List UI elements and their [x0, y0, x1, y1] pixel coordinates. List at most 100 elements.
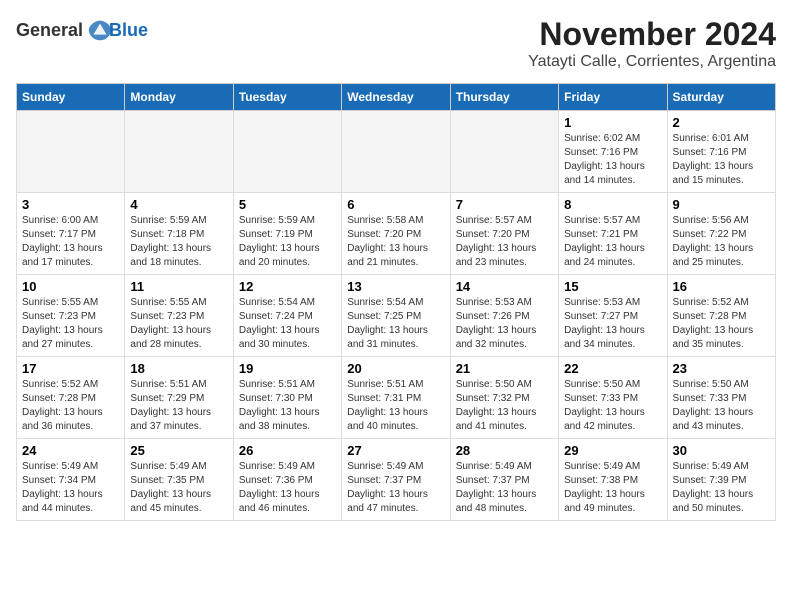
- day-info: Sunrise: 5:59 AM Sunset: 7:19 PM Dayligh…: [239, 214, 336, 270]
- calendar-cell: 6 Sunrise: 5:58 AM Sunset: 7:20 PM Daylig…: [342, 193, 450, 275]
- calendar-cell: 25 Sunrise: 5:49 AM Sunset: 7:35 PM Dayli…: [125, 439, 233, 521]
- day-number: 7: [456, 197, 553, 212]
- logo-text-general: General: [16, 20, 83, 41]
- calendar-cell: 9Sunrise: 5:56 AM Sunset: 7:22 PM Daylig…: [667, 193, 775, 275]
- calendar-cell: [125, 111, 233, 193]
- day-number: 20: [347, 361, 444, 376]
- header: General Blue November 2024 Yatayti Calle…: [16, 16, 776, 71]
- calendar-cell: 3 Sunrise: 6:00 AM Sunset: 7:17 PM Daylig…: [17, 193, 125, 275]
- calendar-cell: 18 Sunrise: 5:51 AM Sunset: 7:29 PM Dayli…: [125, 357, 233, 439]
- day-info: Sunrise: 6:01 AM Sunset: 7:16 PM Dayligh…: [673, 132, 770, 188]
- calendar-week-row: 17 Sunrise: 5:52 AM Sunset: 7:28 PM Dayli…: [17, 357, 776, 439]
- day-info: Sunrise: 5:49 AM Sunset: 7:39 PM Dayligh…: [673, 460, 770, 516]
- calendar-cell: [233, 111, 341, 193]
- day-number: 14: [456, 279, 553, 294]
- day-number: 8: [564, 197, 661, 212]
- calendar-cell: 1Sunrise: 6:02 AM Sunset: 7:16 PM Daylig…: [559, 111, 667, 193]
- day-info: Sunrise: 5:57 AM Sunset: 7:21 PM Dayligh…: [564, 214, 661, 270]
- calendar-cell: 11 Sunrise: 5:55 AM Sunset: 7:23 PM Dayli…: [125, 275, 233, 357]
- day-number: 27: [347, 443, 444, 458]
- calendar-cell: 7 Sunrise: 5:57 AM Sunset: 7:20 PM Daylig…: [450, 193, 558, 275]
- weekday-header: Wednesday: [342, 84, 450, 111]
- day-number: 11: [130, 279, 227, 294]
- day-number: 21: [456, 361, 553, 376]
- calendar-cell: 16 Sunrise: 5:52 AM Sunset: 7:28 PM Dayli…: [667, 275, 775, 357]
- day-info: Sunrise: 5:50 AM Sunset: 7:33 PM Dayligh…: [564, 378, 661, 434]
- day-number: 24: [22, 443, 119, 458]
- day-number: 18: [130, 361, 227, 376]
- day-info: Sunrise: 5:58 AM Sunset: 7:20 PM Dayligh…: [347, 214, 444, 270]
- calendar-cell: 17 Sunrise: 5:52 AM Sunset: 7:28 PM Dayli…: [17, 357, 125, 439]
- day-number: 1: [564, 115, 661, 130]
- day-info: Sunrise: 5:51 AM Sunset: 7:29 PM Dayligh…: [130, 378, 227, 434]
- calendar-cell: [450, 111, 558, 193]
- calendar-cell: 14Sunrise: 5:53 AM Sunset: 7:26 PM Dayli…: [450, 275, 558, 357]
- day-info: Sunrise: 6:00 AM Sunset: 7:17 PM Dayligh…: [22, 214, 119, 270]
- calendar-cell: 5 Sunrise: 5:59 AM Sunset: 7:19 PM Daylig…: [233, 193, 341, 275]
- day-info: Sunrise: 5:59 AM Sunset: 7:18 PM Dayligh…: [130, 214, 227, 270]
- day-info: Sunrise: 5:53 AM Sunset: 7:27 PM Dayligh…: [564, 296, 661, 352]
- day-info: Sunrise: 5:49 AM Sunset: 7:35 PM Dayligh…: [130, 460, 227, 516]
- day-number: 15: [564, 279, 661, 294]
- day-info: Sunrise: 5:49 AM Sunset: 7:36 PM Dayligh…: [239, 460, 336, 516]
- day-number: 16: [673, 279, 770, 294]
- day-number: 13: [347, 279, 444, 294]
- calendar-cell: 22 Sunrise: 5:50 AM Sunset: 7:33 PM Dayli…: [559, 357, 667, 439]
- day-number: 30: [673, 443, 770, 458]
- weekday-header: Tuesday: [233, 84, 341, 111]
- day-number: 17: [22, 361, 119, 376]
- day-info: Sunrise: 5:52 AM Sunset: 7:28 PM Dayligh…: [673, 296, 770, 352]
- day-number: 25: [130, 443, 227, 458]
- day-number: 6: [347, 197, 444, 212]
- month-title: November 2024: [528, 16, 776, 53]
- logo-text-blue: Blue: [109, 20, 148, 41]
- title-area: November 2024 Yatayti Calle, Corrientes,…: [528, 16, 776, 71]
- day-info: Sunrise: 5:49 AM Sunset: 7:37 PM Dayligh…: [456, 460, 553, 516]
- day-info: Sunrise: 5:54 AM Sunset: 7:24 PM Dayligh…: [239, 296, 336, 352]
- calendar-week-row: 10 Sunrise: 5:55 AM Sunset: 7:23 PM Dayli…: [17, 275, 776, 357]
- calendar-cell: 24 Sunrise: 5:49 AM Sunset: 7:34 PM Dayli…: [17, 439, 125, 521]
- day-number: 22: [564, 361, 661, 376]
- day-number: 10: [22, 279, 119, 294]
- calendar-cell: 2Sunrise: 6:01 AM Sunset: 7:16 PM Daylig…: [667, 111, 775, 193]
- day-info: Sunrise: 5:49 AM Sunset: 7:37 PM Dayligh…: [347, 460, 444, 516]
- weekday-header: Saturday: [667, 84, 775, 111]
- day-info: Sunrise: 5:55 AM Sunset: 7:23 PM Dayligh…: [130, 296, 227, 352]
- logo: General Blue: [16, 16, 148, 44]
- calendar-cell: 23Sunrise: 5:50 AM Sunset: 7:33 PM Dayli…: [667, 357, 775, 439]
- calendar-cell: 10 Sunrise: 5:55 AM Sunset: 7:23 PM Dayli…: [17, 275, 125, 357]
- day-info: Sunrise: 5:49 AM Sunset: 7:34 PM Dayligh…: [22, 460, 119, 516]
- calendar-week-row: 24 Sunrise: 5:49 AM Sunset: 7:34 PM Dayli…: [17, 439, 776, 521]
- calendar-cell: 13 Sunrise: 5:54 AM Sunset: 7:25 PM Dayli…: [342, 275, 450, 357]
- day-number: 23: [673, 361, 770, 376]
- day-number: 3: [22, 197, 119, 212]
- day-info: Sunrise: 5:52 AM Sunset: 7:28 PM Dayligh…: [22, 378, 119, 434]
- day-info: Sunrise: 5:54 AM Sunset: 7:25 PM Dayligh…: [347, 296, 444, 352]
- day-number: 5: [239, 197, 336, 212]
- calendar-week-row: 1Sunrise: 6:02 AM Sunset: 7:16 PM Daylig…: [17, 111, 776, 193]
- day-number: 12: [239, 279, 336, 294]
- day-info: Sunrise: 5:50 AM Sunset: 7:32 PM Dayligh…: [456, 378, 553, 434]
- calendar-cell: 21 Sunrise: 5:50 AM Sunset: 7:32 PM Dayli…: [450, 357, 558, 439]
- day-info: Sunrise: 5:57 AM Sunset: 7:20 PM Dayligh…: [456, 214, 553, 270]
- day-info: Sunrise: 5:55 AM Sunset: 7:23 PM Dayligh…: [22, 296, 119, 352]
- calendar-cell: 12 Sunrise: 5:54 AM Sunset: 7:24 PM Dayli…: [233, 275, 341, 357]
- weekday-header: Sunday: [17, 84, 125, 111]
- location-title: Yatayti Calle, Corrientes, Argentina: [528, 53, 776, 71]
- weekday-header-row: SundayMondayTuesdayWednesdayThursdayFrid…: [17, 84, 776, 111]
- weekday-header: Monday: [125, 84, 233, 111]
- day-number: 28: [456, 443, 553, 458]
- day-info: Sunrise: 5:56 AM Sunset: 7:22 PM Dayligh…: [673, 214, 770, 270]
- weekday-header: Thursday: [450, 84, 558, 111]
- day-number: 29: [564, 443, 661, 458]
- day-number: 4: [130, 197, 227, 212]
- calendar-cell: 30 Sunrise: 5:49 AM Sunset: 7:39 PM Dayli…: [667, 439, 775, 521]
- calendar-cell: 15 Sunrise: 5:53 AM Sunset: 7:27 PM Dayli…: [559, 275, 667, 357]
- calendar-cell: 26Sunrise: 5:49 AM Sunset: 7:36 PM Dayli…: [233, 439, 341, 521]
- calendar-cell: 4 Sunrise: 5:59 AM Sunset: 7:18 PM Daylig…: [125, 193, 233, 275]
- calendar-cell: 27 Sunrise: 5:49 AM Sunset: 7:37 PM Dayli…: [342, 439, 450, 521]
- day-number: 19: [239, 361, 336, 376]
- calendar-cell: 20 Sunrise: 5:51 AM Sunset: 7:31 PM Dayli…: [342, 357, 450, 439]
- calendar-cell: 29Sunrise: 5:49 AM Sunset: 7:38 PM Dayli…: [559, 439, 667, 521]
- day-info: Sunrise: 5:51 AM Sunset: 7:31 PM Dayligh…: [347, 378, 444, 434]
